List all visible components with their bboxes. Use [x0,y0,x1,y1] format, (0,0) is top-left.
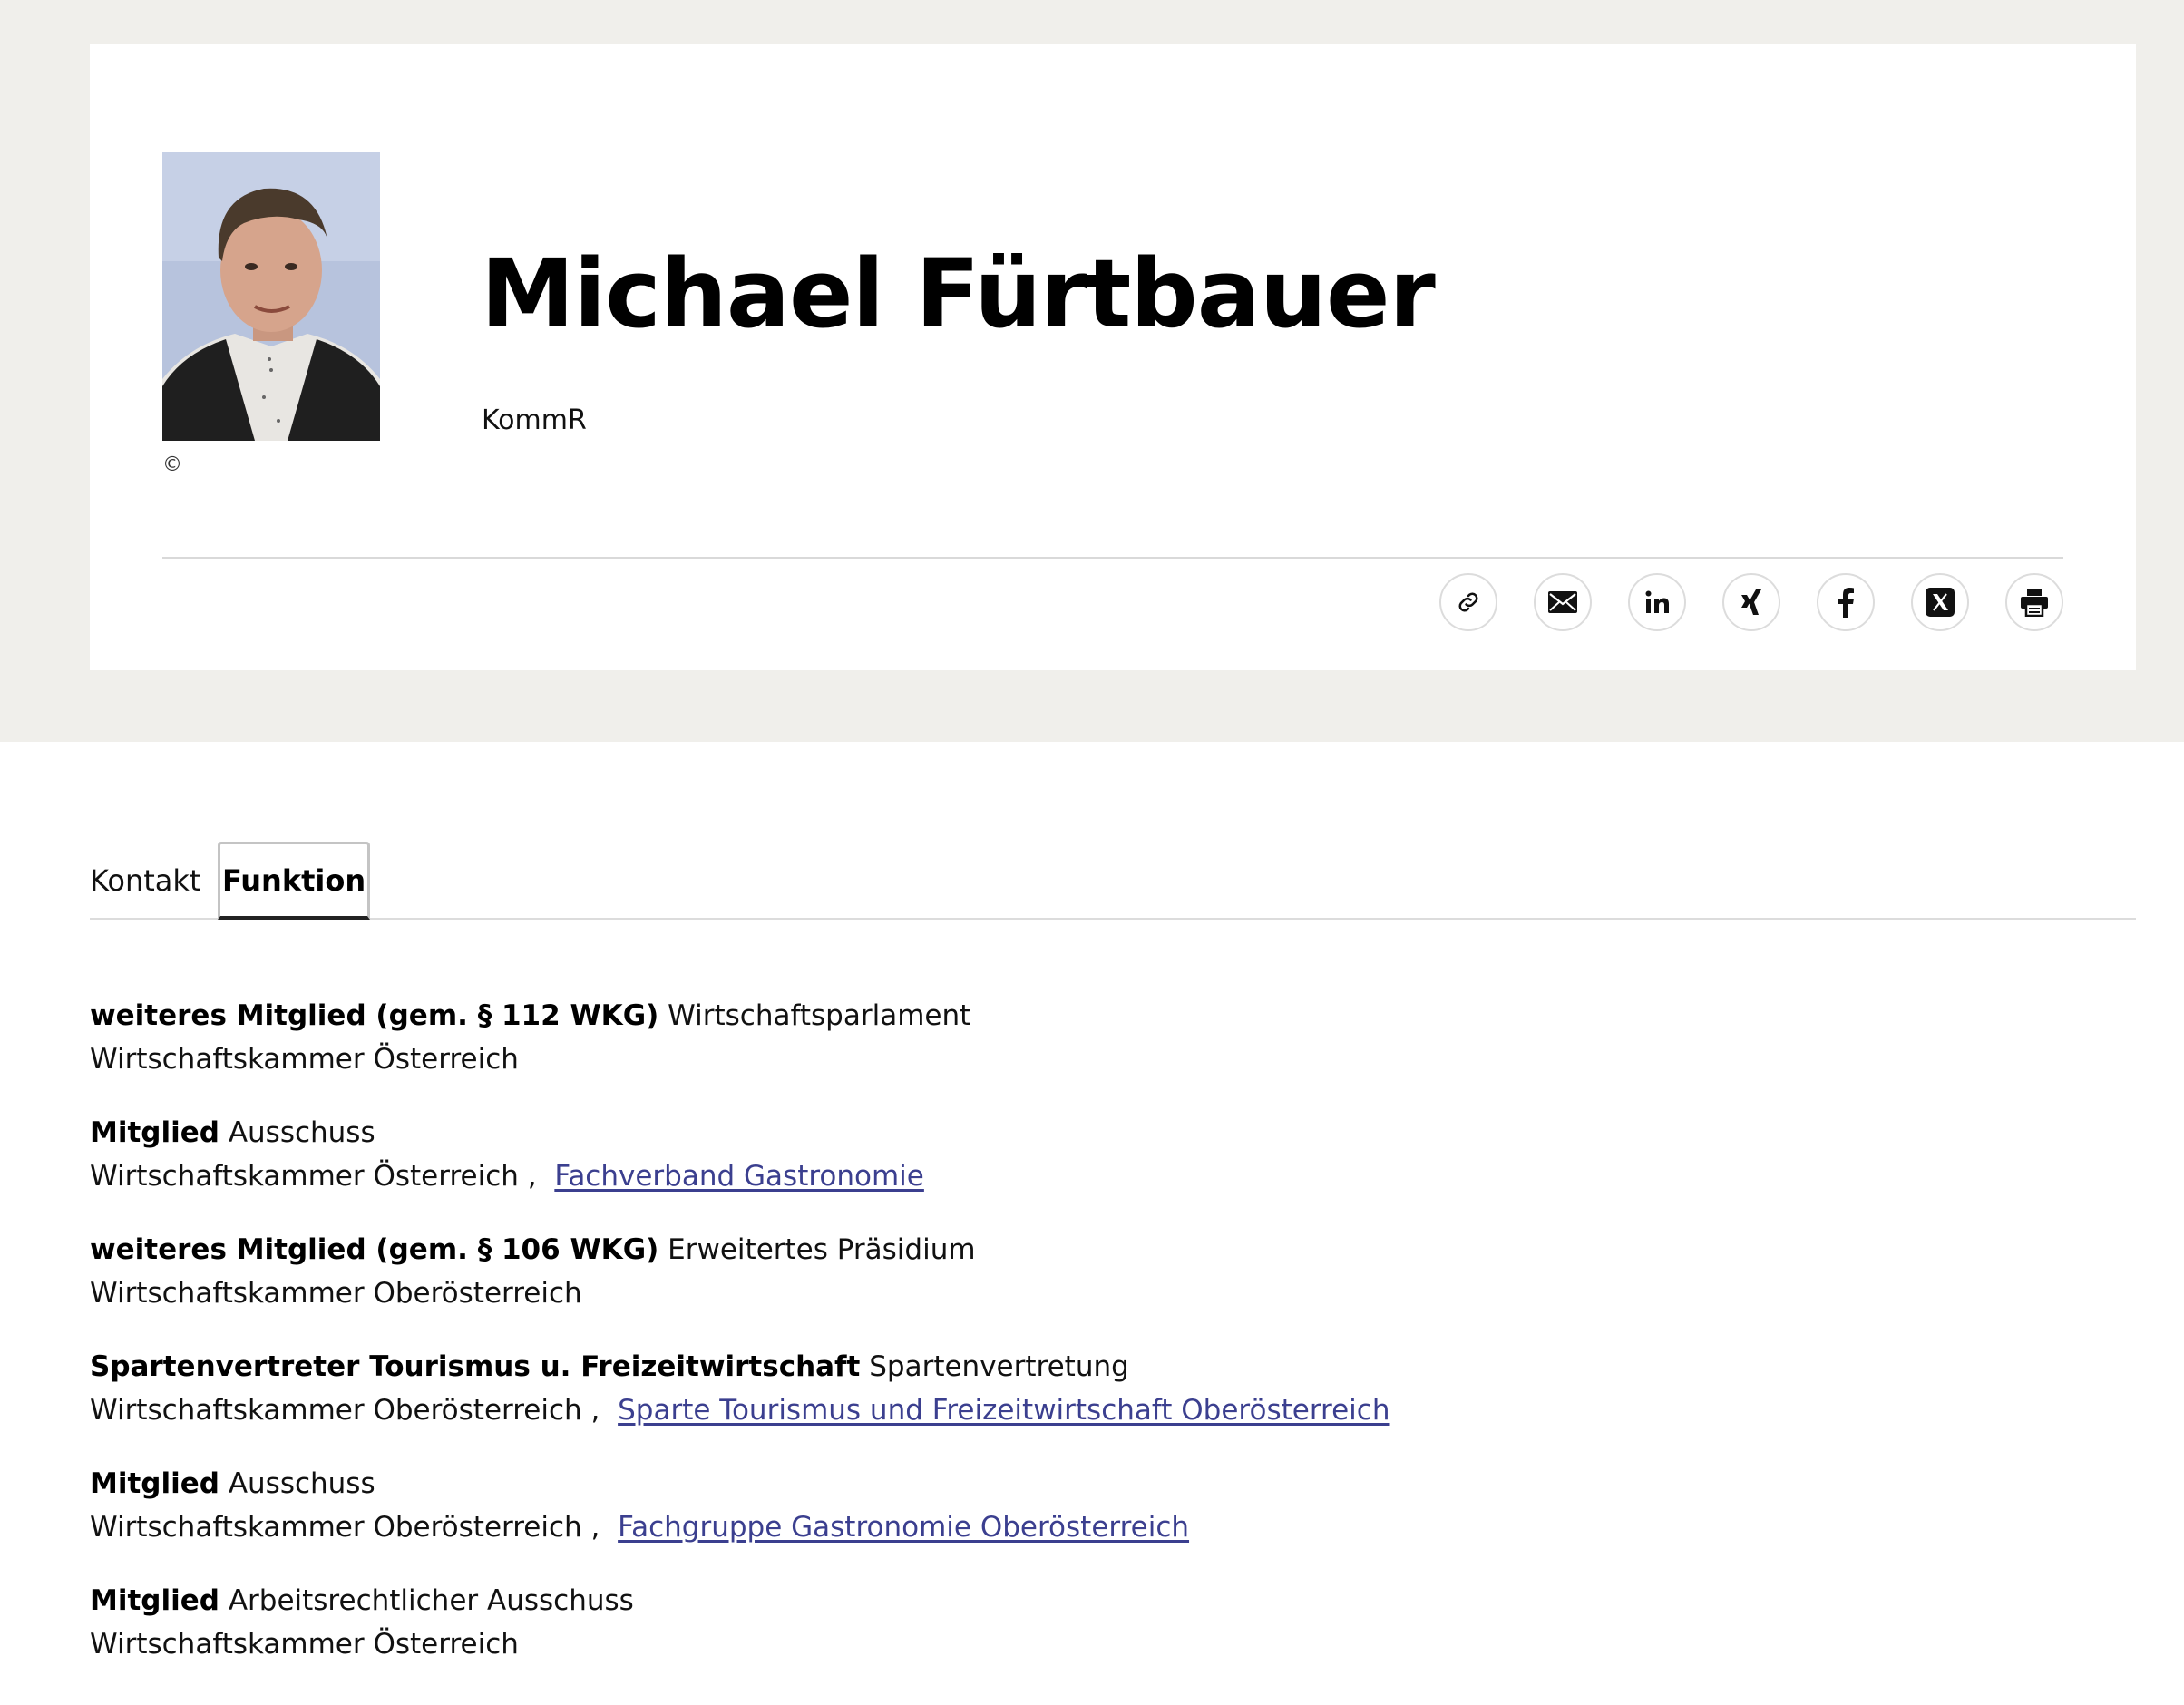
function-item: Mitglied Ausschuss Wirtschaftskammer Öst… [90,1111,2085,1228]
function-list: weiteres Mitglied (gem. § 112 WKG) Wirts… [90,994,2085,1696]
tab-funktion[interactable]: Funktion [218,842,371,920]
function-organization: Wirtschaftskammer Oberösterreich [90,1394,582,1427]
function-item: Mitglied Arbeitsrechtlicher Ausschuss Wi… [90,1579,2085,1696]
share-link-button[interactable] [1439,573,1497,631]
function-body: Ausschuss [228,1467,375,1500]
divider [162,557,2063,559]
function-separator: , [581,1511,600,1544]
function-organization: Wirtschaftskammer Österreich [90,1043,519,1076]
person-title: KommR [482,404,587,436]
function-organization: Wirtschaftskammer Österreich [90,1628,519,1661]
print-button[interactable] [2005,573,2063,631]
function-body: Spartenvertretung [869,1350,1129,1383]
function-body: Arbeitsrechtlicher Ausschuss [228,1584,634,1617]
function-link[interactable]: Sparte Tourismus und Freizeitwirtschaft … [618,1394,1389,1427]
function-separator: , [581,1394,600,1427]
portrait-photo [162,152,380,441]
function-organization: Wirtschaftskammer Oberösterreich [90,1511,582,1544]
tab-kontakt[interactable]: Kontakt [90,842,200,920]
link-icon [1455,589,1482,616]
function-organization: Wirtschaftskammer Österreich [90,1160,519,1193]
function-link[interactable]: Fachgruppe Gastronomie Oberösterreich [618,1511,1189,1544]
profile-card: © Michael Fürtbauer KommR [90,44,2136,670]
photo-copyright: © [162,453,182,476]
share-xing-button[interactable] [1722,573,1780,631]
function-role: Mitglied [90,1584,219,1617]
person-name: Michael Fürtbauer [481,239,1436,349]
function-body: Erweitertes Präsidium [668,1233,976,1266]
print-icon [2020,588,2049,617]
share-linkedin-button[interactable] [1628,573,1686,631]
function-organization: Wirtschaftskammer Oberösterreich [90,1277,582,1310]
function-item: weiteres Mitglied (gem. § 106 WKG) Erwei… [90,1228,2085,1345]
share-mail-button[interactable] [1534,573,1592,631]
linkedin-icon [1644,589,1670,615]
function-role: Spartenvertreter Tourismus u. Freizeitwi… [90,1350,861,1383]
function-item: Mitglied Ausschuss Wirtschaftskammer Obe… [90,1462,2085,1579]
xing-icon [1739,589,1764,616]
function-body: Ausschuss [228,1116,375,1149]
function-item: weiteres Mitglied (gem. § 112 WKG) Wirts… [90,994,2085,1111]
function-role: weiteres Mitglied (gem. § 106 WKG) [90,1233,659,1266]
x-icon [1926,588,1955,617]
function-link[interactable]: Fachverband Gastronomie [554,1160,924,1193]
function-separator: , [518,1160,537,1193]
share-x-button[interactable] [1911,573,1969,631]
share-toolbar [1439,573,2063,631]
function-item: Spartenvertreter Tourismus u. Freizeitwi… [90,1345,2085,1462]
share-facebook-button[interactable] [1817,573,1875,631]
function-role: Mitglied [90,1116,219,1149]
function-body: Wirtschaftsparlament [668,999,971,1032]
function-role: weiteres Mitglied (gem. § 112 WKG) [90,999,659,1032]
facebook-icon [1837,587,1855,618]
tab-bar: Kontakt Funktion [90,842,2136,920]
mail-icon [1548,591,1577,613]
function-role: Mitglied [90,1467,219,1500]
